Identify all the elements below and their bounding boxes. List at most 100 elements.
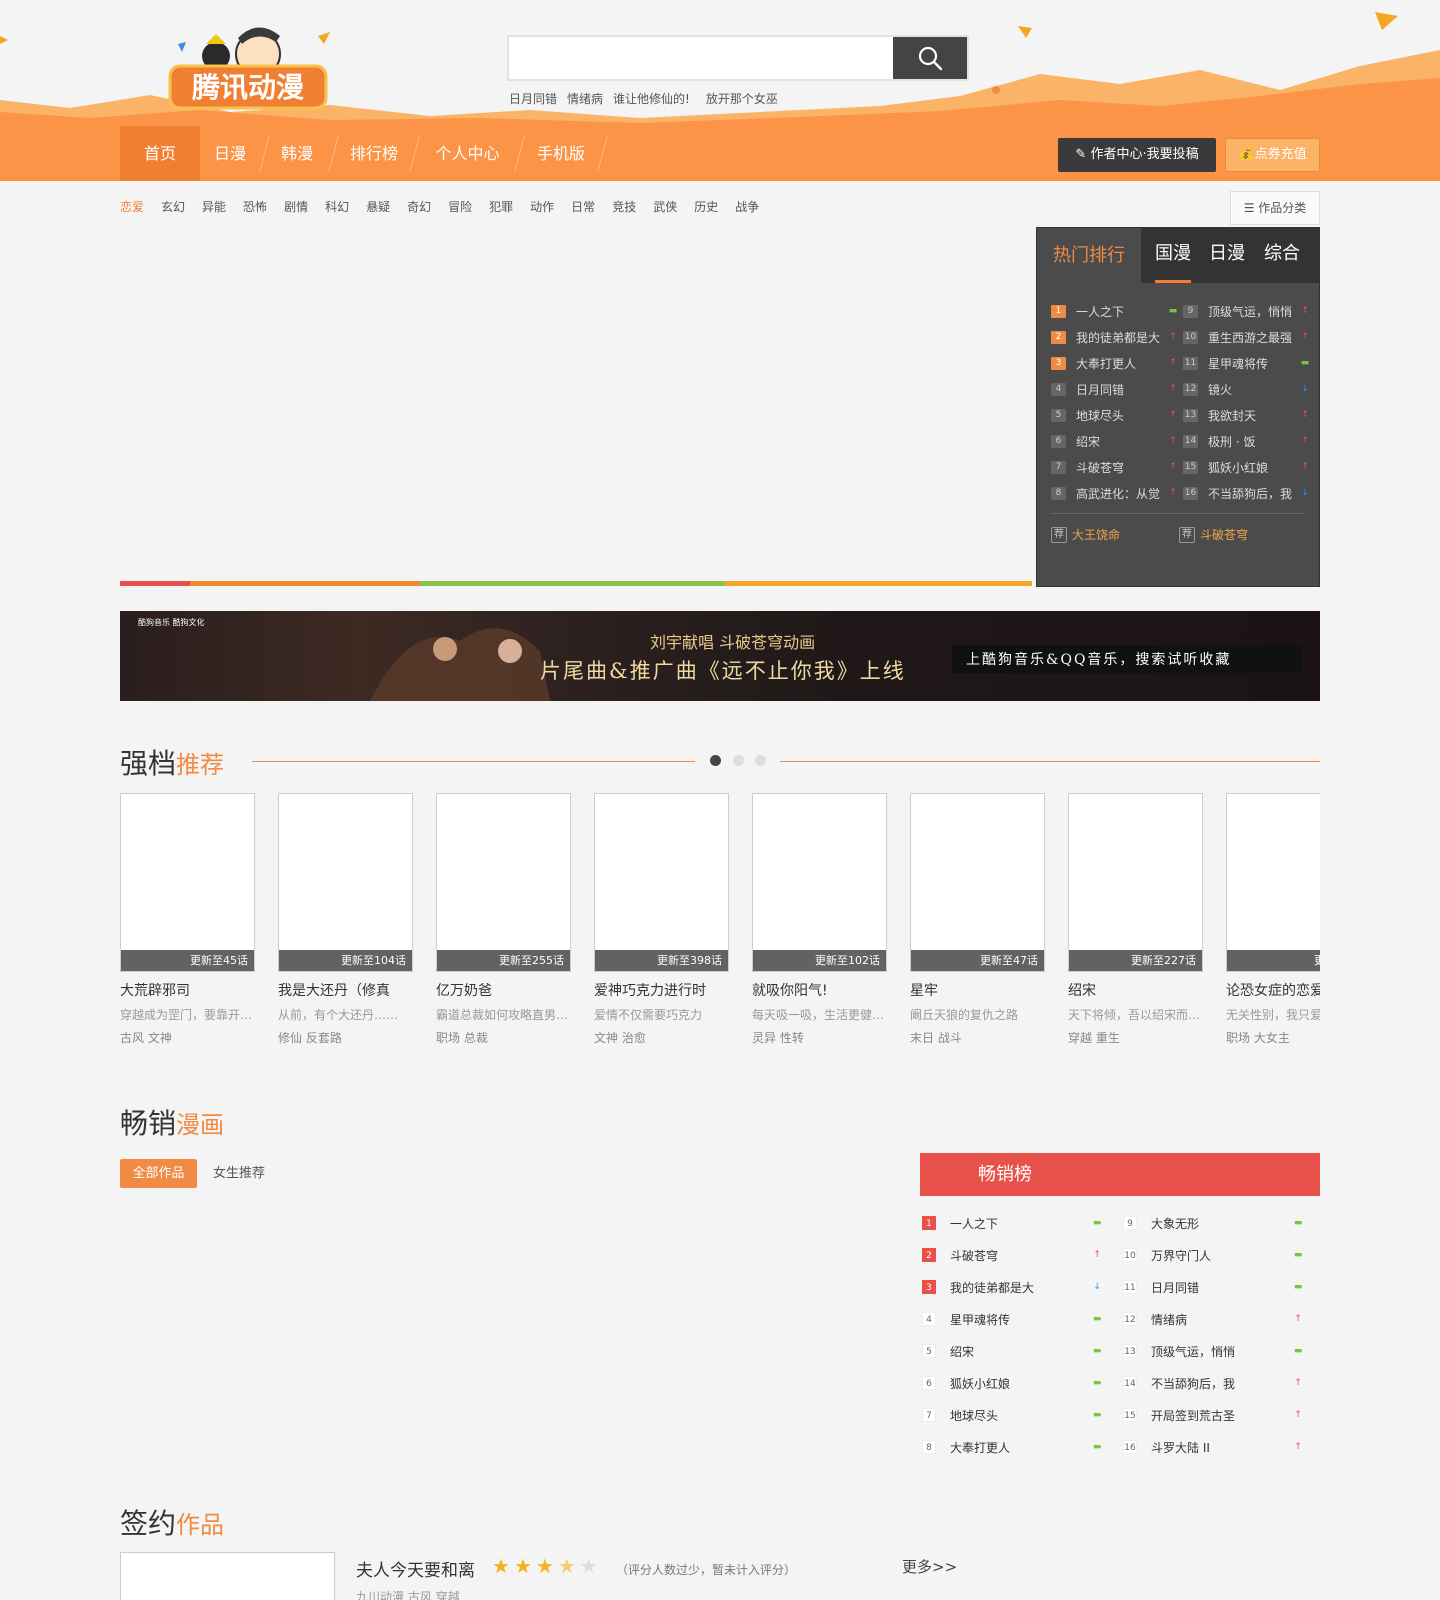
nav-mobile[interactable]: 手机版: [530, 126, 592, 181]
tab-hot-ranking[interactable]: 热门排行: [1037, 228, 1141, 283]
recommend-link[interactable]: 荐 斗破苍穹: [1179, 526, 1248, 543]
rank-item[interactable]: 11 星甲魂将传 ▬: [1183, 350, 1313, 376]
comic-title[interactable]: 论恐女症的恋爱方: [1226, 980, 1320, 1000]
genre-link[interactable]: 奇幻: [407, 198, 431, 215]
ad-banner[interactable]: 酷狗音乐 酷狗文化 刘宇献唱 斗破苍穹动画 片尾曲&推广曲《远不止你我》上线 上…: [120, 611, 1320, 701]
genre-link[interactable]: 冒险: [448, 198, 472, 215]
genre-link[interactable]: 犯罪: [489, 198, 513, 215]
comic-cover[interactable]: 更新至398话: [594, 793, 729, 972]
comic-title[interactable]: 爱神巧克力进行时: [594, 980, 729, 1000]
comic-title[interactable]: 就吸你阳气!: [752, 980, 887, 1000]
genre-link[interactable]: 动作: [530, 198, 554, 215]
genre-link[interactable]: 竞技: [612, 198, 636, 215]
rank-item[interactable]: 7 斗破苍穹 ↑: [1051, 454, 1181, 480]
search-input[interactable]: [509, 37, 889, 79]
bestseller-item[interactable]: 13 顶级气运，悄悄 ▬: [1123, 1335, 1303, 1367]
hot-word-link[interactable]: 谁让他修仙的!: [613, 90, 690, 107]
comic-title[interactable]: 亿万奶爸: [436, 980, 571, 1000]
recharge-button[interactable]: 💰点券充值: [1225, 138, 1320, 172]
signed-work-cover[interactable]: [120, 1552, 335, 1600]
bestseller-item[interactable]: 16 斗罗大陆 II ↑: [1123, 1431, 1303, 1463]
hot-word-link[interactable]: 放开那个女巫: [706, 90, 778, 107]
rank-item[interactable]: 12 镜火 ↓: [1183, 376, 1313, 402]
tab-domestic[interactable]: 国漫: [1155, 228, 1191, 283]
bestseller-item[interactable]: 4 星甲魂将传 ▬: [922, 1303, 1102, 1335]
rank-item[interactable]: 13 我欲封天 ↑: [1183, 402, 1313, 428]
bestseller-item[interactable]: 14 不当舔狗后，我 ↑: [1123, 1367, 1303, 1399]
genre-link[interactable]: 日常: [571, 198, 595, 215]
comic-cover[interactable]: 更新至1: [1226, 793, 1320, 972]
rank-item[interactable]: 1 一人之下 ▬: [1051, 298, 1181, 324]
rank-item[interactable]: 3 大奉打更人 ↑: [1051, 350, 1181, 376]
hot-word-link[interactable]: 情绪病: [567, 90, 603, 107]
nav-personal-center[interactable]: 个人中心: [425, 126, 510, 181]
bestseller-item[interactable]: 12 情绪病 ↑: [1123, 1303, 1303, 1335]
rank-item[interactable]: 4 日月同错 ↑: [1051, 376, 1181, 402]
genre-link[interactable]: 异能: [202, 198, 226, 215]
comic-card[interactable]: 更新至1 论恐女症的恋爱方无关性别，我只爱你职场 大女主: [1226, 793, 1320, 1046]
nav-korean-comics[interactable]: 韩漫: [270, 126, 324, 181]
site-logo[interactable]: 腾讯动漫: [158, 14, 338, 114]
more-link[interactable]: 更多>>: [902, 1556, 957, 1577]
comic-cover[interactable]: 更新至102话: [752, 793, 887, 972]
comic-card[interactable]: 更新至104话 我是大还丹（修真 从前，有个大还丹…… 修仙 反套路: [278, 793, 413, 1046]
comic-title[interactable]: 绍宋: [1068, 980, 1203, 1000]
rank-item[interactable]: 2 我的徒弟都是大 ↑: [1051, 324, 1181, 350]
search-button[interactable]: [893, 37, 967, 79]
comic-card[interactable]: 更新至398话 爱神巧克力进行时 爱情不仅需要巧克力 文神 治愈: [594, 793, 729, 1046]
category-button[interactable]: ☰ 作品分类: [1230, 191, 1320, 225]
comic-cover[interactable]: 更新至255话: [436, 793, 571, 972]
bestseller-item[interactable]: 9 大象无形 ▬: [1123, 1207, 1303, 1239]
hot-word-link[interactable]: 日月同错: [509, 90, 557, 107]
comic-card[interactable]: 更新至227话 绍宋 天下将倾，吾以绍宋而… 穿越 重生: [1068, 793, 1203, 1046]
comic-card[interactable]: 更新至45话 大荒辟邪司 穿越成为罡门，要靠开… 古风 文神: [120, 793, 255, 1046]
genre-link[interactable]: 历史: [694, 198, 718, 215]
carousel-dot[interactable]: [733, 755, 744, 766]
comic-cover[interactable]: 更新至47话: [910, 793, 1045, 972]
bestseller-item[interactable]: 8 大奉打更人 ▬: [922, 1431, 1102, 1463]
rank-item[interactable]: 9 顶级气运，悄悄 ↑: [1183, 298, 1313, 324]
tab-japanese[interactable]: 日漫: [1209, 228, 1245, 283]
genre-link[interactable]: 科幻: [325, 198, 349, 215]
comic-card[interactable]: 更新至47话 星牢 阚丘天狼的复仇之路 末日 战斗: [910, 793, 1045, 1046]
bestseller-item[interactable]: 5 绍宋 ▬: [922, 1335, 1102, 1367]
rank-item[interactable]: 10 重生西游之最强 ↑: [1183, 324, 1313, 350]
genre-link[interactable]: 剧情: [284, 198, 308, 215]
comic-card[interactable]: 更新至102话 就吸你阳气! 每天吸一吸，生活更健… 灵异 性转: [752, 793, 887, 1046]
bestseller-item[interactable]: 7 地球尽头 ▬: [922, 1399, 1102, 1431]
comic-cover[interactable]: 更新至227话: [1068, 793, 1203, 972]
comic-cover[interactable]: 更新至104话: [278, 793, 413, 972]
bestseller-item[interactable]: 1 一人之下 ▬: [922, 1207, 1102, 1239]
genre-link[interactable]: 悬疑: [366, 198, 390, 215]
comic-card[interactable]: 更新至255话 亿万奶爸 霸道总裁如何攻略直男… 职场 总裁: [436, 793, 571, 1046]
nav-home[interactable]: 首页: [120, 126, 200, 181]
comic-cover[interactable]: 更新至45话: [120, 793, 255, 972]
genre-link[interactable]: 恋爱: [120, 198, 144, 215]
genre-link[interactable]: 玄幻: [161, 198, 185, 215]
bestseller-item[interactable]: 2 斗破苍穹 ↑: [922, 1239, 1102, 1271]
bestseller-item[interactable]: 10 万界守门人 ▬: [1123, 1239, 1303, 1271]
filter-all-works[interactable]: 全部作品: [120, 1159, 197, 1188]
rank-item[interactable]: 14 极刑 · 饭 ↑: [1183, 428, 1313, 454]
tab-overall[interactable]: 综合: [1264, 228, 1300, 283]
genre-link[interactable]: 武侠: [653, 198, 677, 215]
carousel-dot[interactable]: [755, 755, 766, 766]
bestseller-item[interactable]: 6 狐妖小红娘 ▬: [922, 1367, 1102, 1399]
author-center-button[interactable]: ✎ 作者中心·我要投稿: [1058, 138, 1216, 172]
filter-girls-picks[interactable]: 女生推荐: [213, 1159, 265, 1188]
recommend-link[interactable]: 荐 大王饶命: [1051, 526, 1120, 543]
signed-work-title[interactable]: 夫人今天要和离: [356, 1556, 475, 1581]
bestseller-item[interactable]: 15 开局签到荒古圣 ↑: [1123, 1399, 1303, 1431]
carousel-dot[interactable]: [710, 755, 721, 766]
nav-japanese-comics[interactable]: 日漫: [203, 126, 257, 181]
rank-item[interactable]: 16 不当舔狗后，我 ↓: [1183, 480, 1313, 506]
hero-carousel[interactable]: [120, 227, 1032, 581]
comic-title[interactable]: 星牢: [910, 980, 1045, 1000]
nav-ranking[interactable]: 排行榜: [343, 126, 405, 181]
rank-item[interactable]: 8 高武进化：从觉 ↑: [1051, 480, 1181, 506]
bestseller-item[interactable]: 11 日月同错 ▬: [1123, 1271, 1303, 1303]
bestseller-item[interactable]: 3 我的徒弟都是大 ↓: [922, 1271, 1102, 1303]
genre-link[interactable]: 战争: [735, 198, 759, 215]
rank-item[interactable]: 6 绍宋 ↑: [1051, 428, 1181, 454]
comic-title[interactable]: 我是大还丹（修真: [278, 980, 413, 1000]
